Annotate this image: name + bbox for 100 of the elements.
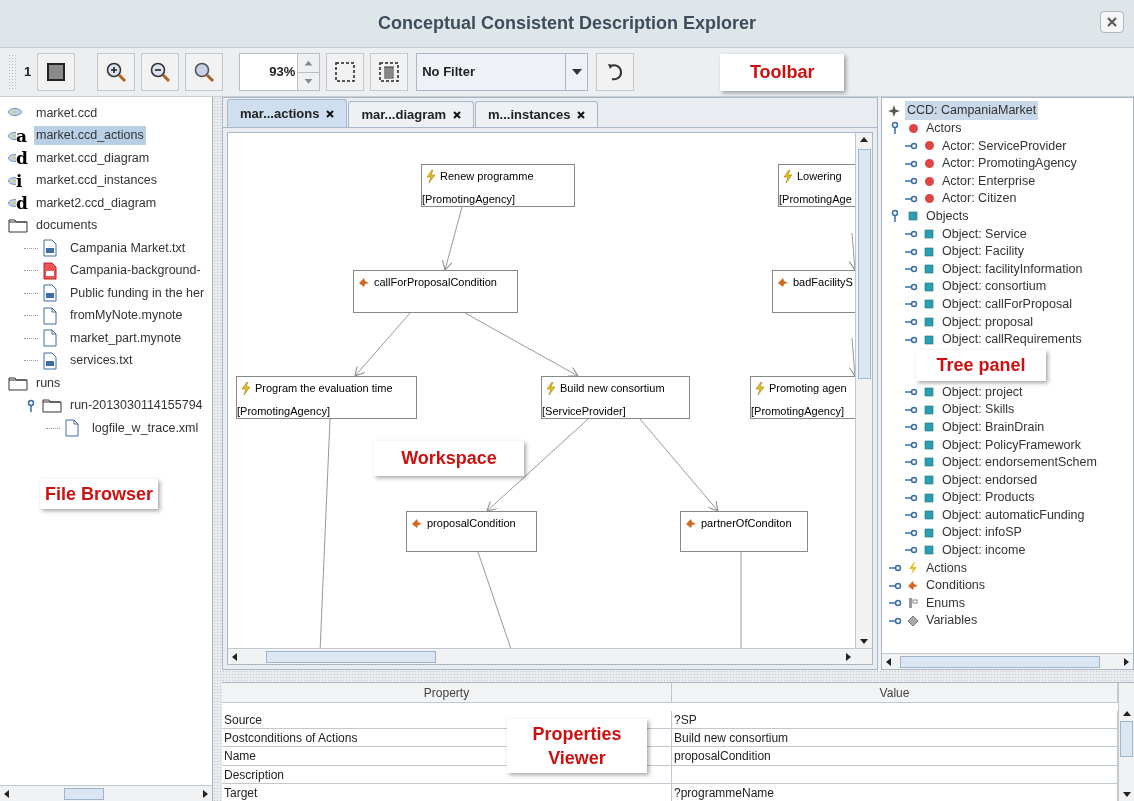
tree-item[interactable]: Object: BrainDrain bbox=[940, 417, 1047, 437]
tree-item[interactable]: Object: PolicyFramework bbox=[940, 435, 1083, 455]
tree-collapsed-icon[interactable] bbox=[888, 580, 902, 591]
tree-collapsed-icon[interactable] bbox=[888, 598, 902, 609]
column-header[interactable]: Property bbox=[222, 683, 672, 702]
editor-tab[interactable]: mar...actions bbox=[227, 99, 348, 127]
tree-item[interactable]: Object: callRequirements bbox=[940, 330, 1084, 349]
tree-collapsed-icon[interactable] bbox=[904, 387, 918, 398]
diagram-node[interactable]: Program the evaluation time [PromotingAgency] bbox=[236, 376, 417, 419]
scroll-thumb[interactable] bbox=[266, 650, 436, 663]
tree-collapsed-icon[interactable] bbox=[888, 615, 902, 626]
file-item[interactable]: market.ccd bbox=[34, 103, 100, 123]
zoom-button[interactable] bbox=[185, 53, 224, 91]
tree-collapsed-icon[interactable] bbox=[904, 141, 918, 151]
tree-collapsed-icon[interactable] bbox=[904, 475, 918, 486]
zoom-out-button[interactable] bbox=[141, 53, 180, 91]
tree-item[interactable]: Object: endorsementSchem bbox=[940, 453, 1099, 472]
tree-item[interactable]: Object: facilityInformation bbox=[940, 259, 1085, 279]
diagram-node[interactable]: Build new consortium [ServiceProvider] bbox=[541, 376, 690, 419]
tree-item[interactable]: Actions bbox=[924, 558, 969, 578]
file-item[interactable]: market_part.mynote bbox=[68, 328, 184, 348]
tree-collapsed-icon[interactable] bbox=[904, 404, 918, 415]
tree-collapsed-icon[interactable] bbox=[904, 246, 918, 257]
vertical-scrollbar[interactable] bbox=[1118, 683, 1134, 801]
file-item[interactable]: market.ccd_actions bbox=[34, 126, 146, 146]
delete-button[interactable] bbox=[370, 53, 409, 91]
select-button[interactable] bbox=[326, 53, 365, 91]
horizontal-scrollbar[interactable] bbox=[882, 653, 1133, 669]
tree-collapsed-icon[interactable] bbox=[904, 193, 918, 204]
tree-collapsed-icon[interactable] bbox=[904, 158, 918, 169]
tree-collapsed-icon[interactable] bbox=[904, 492, 918, 503]
tree-collapsed-icon[interactable] bbox=[904, 545, 918, 556]
splitter-handle[interactable] bbox=[222, 670, 1134, 682]
close-icon[interactable] bbox=[453, 110, 462, 119]
tree-collapsed-icon[interactable] bbox=[904, 299, 918, 310]
editor-tab[interactable]: m...instances bbox=[475, 101, 599, 127]
close-icon[interactable] bbox=[326, 109, 335, 118]
close-icon[interactable] bbox=[577, 110, 586, 119]
tree-collapsed-icon[interactable] bbox=[888, 563, 902, 574]
tree-collapsed-icon[interactable] bbox=[904, 422, 918, 433]
splitter-handle[interactable] bbox=[213, 97, 222, 801]
zoom-in-button[interactable] bbox=[97, 53, 136, 91]
tree-item[interactable]: Conditions bbox=[924, 576, 988, 595]
horizontal-scrollbar[interactable] bbox=[228, 648, 872, 664]
file-item[interactable]: market.ccd_instances bbox=[34, 171, 159, 191]
scroll-thumb[interactable] bbox=[900, 655, 1100, 668]
horizontal-scrollbar[interactable] bbox=[0, 785, 212, 801]
tree-item[interactable]: Actors bbox=[924, 119, 964, 138]
file-item[interactable]: Campania-background- bbox=[68, 261, 203, 281]
tree-item[interactable]: Object: consortium bbox=[940, 277, 1049, 297]
tree-collapsed-icon[interactable] bbox=[904, 527, 918, 538]
tree-item[interactable]: Object: Products bbox=[940, 488, 1037, 508]
tree-expanded-icon[interactable] bbox=[890, 209, 900, 224]
tree-expanded-icon[interactable] bbox=[26, 398, 36, 413]
tree-collapsed-icon[interactable] bbox=[904, 281, 918, 292]
tree-collapsed-icon[interactable] bbox=[904, 510, 918, 521]
tree-item[interactable]: Object: Facility bbox=[940, 242, 1026, 261]
tree-collapsed-icon[interactable] bbox=[904, 264, 918, 275]
tree-collapsed-icon[interactable] bbox=[904, 457, 918, 468]
tree-item[interactable]: Object: project bbox=[940, 382, 1025, 402]
tree-item[interactable]: Enums bbox=[924, 593, 967, 613]
file-item[interactable]: documents bbox=[34, 216, 100, 236]
diagram-node[interactable]: Renew programme [PromotingAgency] bbox=[421, 164, 575, 207]
diagram-node[interactable]: proposalCondition bbox=[406, 511, 537, 552]
file-item[interactable]: Campania Market.txt bbox=[68, 238, 188, 258]
filter-dropdown[interactable]: No Filter bbox=[416, 53, 589, 91]
file-item[interactable]: run-2013030114155794 bbox=[68, 396, 205, 416]
file-item[interactable]: market2.ccd_diagram bbox=[34, 193, 159, 213]
tree-item[interactable]: Actor: Enterprise bbox=[940, 171, 1038, 191]
scroll-thumb[interactable] bbox=[64, 787, 104, 800]
file-item[interactable]: Public funding in the her bbox=[68, 283, 207, 303]
zoom-spinner[interactable]: 93% bbox=[239, 53, 321, 91]
frame-button[interactable] bbox=[37, 53, 76, 91]
file-item[interactable]: runs bbox=[34, 373, 63, 393]
tree-item[interactable]: Object: proposal bbox=[940, 312, 1036, 332]
diagram-node[interactable]: Lowering [PromotingAge bbox=[778, 164, 855, 207]
refresh-button[interactable] bbox=[596, 53, 635, 91]
tree-item[interactable]: Object: income bbox=[940, 541, 1028, 560]
file-item[interactable]: market.ccd_diagram bbox=[34, 148, 152, 168]
diagram-node[interactable]: callForProposalCondition bbox=[353, 270, 518, 313]
editor-tab[interactable]: mar...diagram bbox=[348, 101, 475, 127]
tree-expanded-icon[interactable] bbox=[890, 121, 900, 136]
tree-item[interactable]: Object: automaticFunding bbox=[940, 505, 1087, 525]
file-item[interactable]: fromMyNote.mynote bbox=[68, 306, 185, 326]
file-item[interactable]: services.txt bbox=[68, 351, 135, 371]
tree-item[interactable]: Object: infoSP bbox=[940, 523, 1024, 543]
file-item[interactable]: logfile_w_trace.xml bbox=[90, 418, 201, 438]
vertical-scrollbar[interactable] bbox=[855, 133, 872, 648]
tree-collapsed-icon[interactable] bbox=[904, 228, 918, 239]
diagram-node[interactable]: badFacilityS bbox=[772, 270, 855, 313]
tree-collapsed-icon[interactable] bbox=[904, 316, 918, 327]
tree-item[interactable]: Actor: Citizen bbox=[940, 189, 1019, 209]
tree-collapsed-icon[interactable] bbox=[904, 439, 918, 450]
tree-item[interactable]: Object: Skills bbox=[940, 400, 1017, 420]
diagram-node[interactable]: Promoting agen [PromotingAgency] bbox=[750, 376, 855, 419]
tree-item[interactable]: Variables bbox=[924, 611, 980, 631]
tree-item[interactable]: Object: callForProposal bbox=[940, 294, 1074, 314]
tree-item[interactable]: Object: Service bbox=[940, 224, 1029, 244]
tree-collapsed-icon[interactable] bbox=[904, 176, 918, 187]
tree-item[interactable]: CCD: CampaniaMarket bbox=[905, 101, 1039, 121]
